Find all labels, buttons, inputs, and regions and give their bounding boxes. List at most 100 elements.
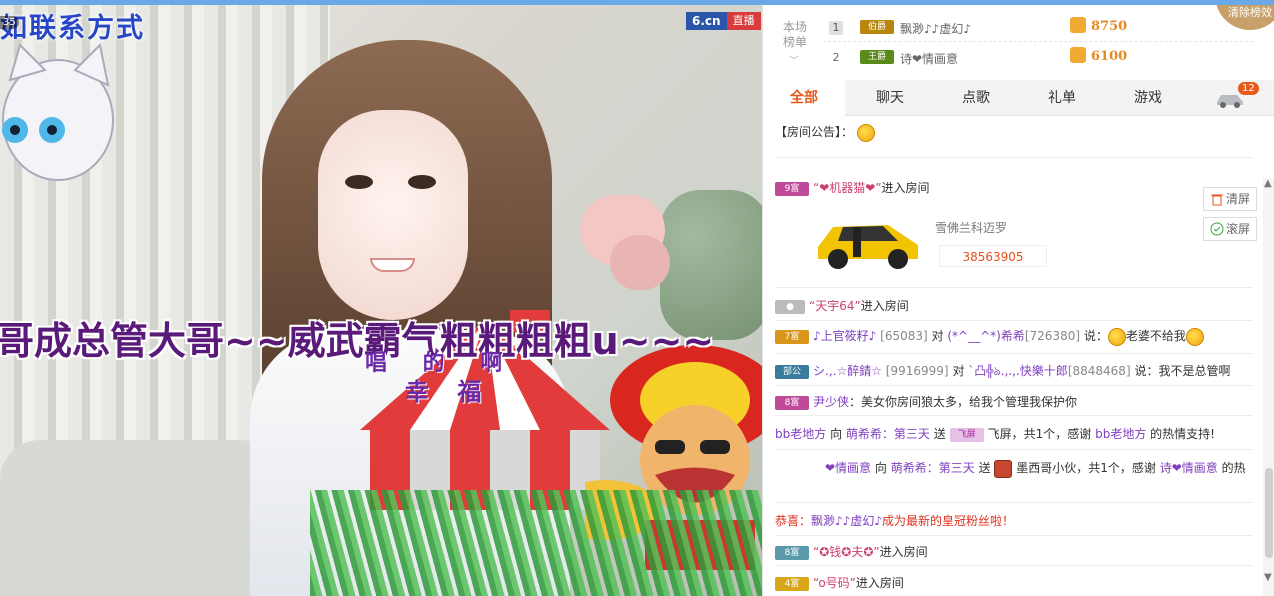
flying-screen-gift-icon: 飞屏 xyxy=(949,427,984,442)
say-word: 说： xyxy=(1134,364,1159,378)
chat-scrollbar[interactable]: ▲ ▼ xyxy=(1263,178,1274,596)
user-name[interactable]: bb老地方 xyxy=(775,427,826,441)
divider xyxy=(775,320,1253,321)
coin-icon xyxy=(1070,47,1086,63)
coin-icon xyxy=(1070,17,1086,33)
send-word: 送 xyxy=(933,427,946,441)
rank-score: 6100 xyxy=(1091,49,1128,64)
congrats-prefix: 恭喜： xyxy=(775,514,812,528)
divider xyxy=(775,385,1253,386)
say-word: 说： xyxy=(1083,329,1108,343)
clear-screen-label: 清屏 xyxy=(1225,192,1250,206)
chat-message: 8富 尹少侠：美女你房间狼太多，给我个管理我保护你 xyxy=(775,393,1077,410)
rank-user-name: 诗❤情画意 xyxy=(900,52,959,66)
divider xyxy=(775,565,1253,566)
plush-pig-body xyxy=(610,235,670,290)
ranking-title-line1: 本场 xyxy=(782,20,807,34)
to-word: 对 xyxy=(931,329,944,343)
target-user-name[interactable]: (*^__^*)希希 xyxy=(947,329,1024,343)
divider xyxy=(775,287,1253,288)
user-name[interactable]: “✪钱✪夫✪” xyxy=(813,545,880,559)
message-text: 进入房间 xyxy=(879,545,928,559)
user-name[interactable]: 尹少侠 xyxy=(813,395,849,409)
viewer-count: 35 xyxy=(0,16,19,29)
tab-song[interactable]: 点歌 xyxy=(935,80,1017,116)
gift-icon xyxy=(994,459,1013,478)
contact-overlay-text: 如联系方式 xyxy=(0,13,145,44)
wealth-badge: 7富 xyxy=(775,329,809,344)
user-name[interactable]: “o号码” xyxy=(813,576,856,590)
top-accent-line xyxy=(0,0,1274,5)
chat-tabs: 全部 聊天 点歌 礼单 游戏 12 xyxy=(763,80,1274,117)
chat-message: ● “天宇64”进入房间 xyxy=(775,297,909,314)
divider xyxy=(775,535,1253,536)
wealth-badge: 4富 xyxy=(775,576,809,591)
ranking-board: 本场 榜单 ﹀ 1 伯爵 飘渺♪♪虚幻♪ 8750 2 王爵 诗❤情画意 610… xyxy=(763,6,1274,76)
target-user-name[interactable]: ˋ凸╬ঌ.,.,.快樂十郎 xyxy=(968,364,1068,378)
thanks-user-name[interactable]: 诗❤情画意 xyxy=(1160,461,1218,475)
gift-message: bb老地方 向 萌希希：第三天 送 飞屏 飞屏，共1个，感谢 bb老地方 的热情支… xyxy=(775,425,1215,442)
scroll-down-icon[interactable]: ▼ xyxy=(1264,572,1272,583)
ranking-title-line2: 榜单 xyxy=(782,35,807,49)
scroll-thumb[interactable] xyxy=(1265,468,1273,558)
chevron-down-icon[interactable]: ﹀ xyxy=(789,52,799,67)
divider xyxy=(775,353,1253,354)
user-id: [65083] xyxy=(880,329,928,343)
message-text: 进入房间 xyxy=(881,181,930,195)
wealth-badge: 8富 xyxy=(775,395,809,410)
laugh-emoji-icon xyxy=(1185,327,1204,346)
target-user-name[interactable]: 萌希希：第三天 xyxy=(846,427,930,441)
user-name[interactable]: “❤机器猫❤” xyxy=(813,181,882,195)
logo-text: 6.cn xyxy=(686,12,727,30)
chat-tools: 清屏 滚屏 xyxy=(1203,187,1257,247)
user-name[interactable]: “天宇64” xyxy=(809,299,861,313)
car-entry-card: 雪佛兰科迈罗 38563905 xyxy=(813,207,1073,277)
auto-scroll-label: 滚屏 xyxy=(1225,222,1250,236)
announcement-label: 【房间公告】： xyxy=(775,125,854,139)
user-name[interactable]: ❤情画意 xyxy=(825,461,871,475)
wealth-badge: ● xyxy=(775,299,805,314)
car-brand-name: 雪佛兰科迈罗 xyxy=(935,221,1008,235)
system-message: 恭喜：飘渺♪♪虚幻♪成为最新的皇冠粉丝啦！ xyxy=(775,512,1014,529)
user-id: [9916999] xyxy=(885,364,949,378)
streamer-face xyxy=(318,110,468,320)
mascot-cat-icon xyxy=(2,42,114,181)
scroll-up-icon[interactable]: ▲ xyxy=(1264,178,1272,189)
smile-emoji-icon xyxy=(856,123,875,142)
gift-message: ❤情画意 向 萌希希：第三天 送 墨西哥小伙，共1个，感谢 诗❤情画意 的热 xyxy=(825,459,1246,478)
message-text: 我不是总管啊 xyxy=(1158,364,1231,378)
tab-all[interactable]: 全部 xyxy=(763,80,845,117)
user-name[interactable]: 飘渺♪♪虚幻♪ xyxy=(811,514,882,528)
ranking-row[interactable]: 2 王爵 诗❤情画意 6100 xyxy=(823,44,1253,72)
message-text: 老婆不给我 xyxy=(1125,329,1186,343)
tab-games[interactable]: 游戏 xyxy=(1107,80,1189,116)
gift-text: 飞屏，共1个，感谢 xyxy=(987,427,1092,441)
auto-scroll-button[interactable]: 滚屏 xyxy=(1203,217,1257,241)
clear-screen-button[interactable]: 清屏 xyxy=(1203,187,1257,211)
divider xyxy=(775,415,1253,416)
gift-text: 墨西哥小伙，共1个，感谢 xyxy=(1016,461,1156,475)
tab-chat[interactable]: 聊天 xyxy=(849,80,931,116)
tab-gifts[interactable]: 礼单 xyxy=(1021,80,1103,116)
message-text: 成为最新的皇冠粉丝啦！ xyxy=(882,514,1015,528)
live-stream-page: { "video": { "contact_text": "如联系方式", "v… xyxy=(0,0,1274,596)
message-text: 进入房间 xyxy=(855,576,904,590)
wealth-badge: 8富 xyxy=(775,545,809,560)
message-text: ：美女你房间狼太多，给我个管理我保护你 xyxy=(849,395,1078,409)
video-player[interactable]: 如联系方式 35 6.cn 直播 哥成总管大哥~~威武霸气粗粗粗粗u~~~ 唱 … xyxy=(0,0,762,596)
chat-message: 9富 “❤机器猫❤”进入房间 xyxy=(775,179,930,196)
to-word: 向 xyxy=(874,461,887,475)
user-name[interactable]: シ.,.☆醉錆☆ xyxy=(813,364,882,378)
thanks-user-name[interactable]: bb老地方 xyxy=(1095,427,1146,441)
background-chair xyxy=(0,440,280,596)
ranking-title[interactable]: 本场 榜单 xyxy=(777,20,813,50)
ranking-row[interactable]: 1 伯爵 飘渺♪♪虚幻♪ 8750 xyxy=(823,14,1253,42)
wealth-badge: 9富 xyxy=(775,181,809,196)
target-user-id: [726380] xyxy=(1024,329,1081,343)
target-user-name[interactable]: 萌希希：第三天 xyxy=(891,461,975,475)
chat-message: 8富 “✪钱✪夫✪”进入房间 xyxy=(775,543,928,560)
user-name[interactable]: ♪上官筱籽♪ xyxy=(813,329,876,343)
to-word: 向 xyxy=(830,427,843,441)
yellow-car-image xyxy=(818,225,918,269)
rank-number: 1 xyxy=(829,21,843,35)
